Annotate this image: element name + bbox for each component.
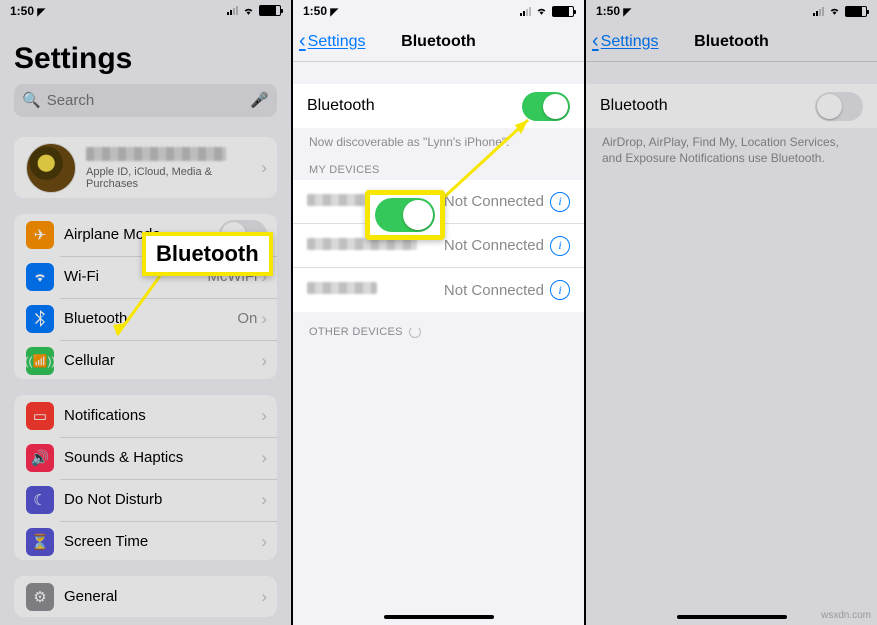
bluetooth-icon xyxy=(26,305,54,333)
image-credit: wsxdn.com xyxy=(821,610,871,621)
search-field[interactable]: 🔍 🎤 xyxy=(14,84,277,117)
notifications-icon: ▭ xyxy=(26,402,54,430)
search-icon: 🔍 xyxy=(22,91,41,109)
device-status: Not Connected xyxy=(444,193,544,210)
sounds-icon: 🔊 xyxy=(26,444,54,472)
my-devices-header: MY DEVICES xyxy=(293,150,584,180)
mic-icon[interactable]: 🎤 xyxy=(250,91,269,109)
device-status: Not Connected xyxy=(444,282,544,299)
settings-root-screen: 1:50 ◤ Settings 🔍 🎤 Apple ID, iCloud, Me… xyxy=(0,0,293,625)
battery-icon xyxy=(552,6,574,17)
chevron-left-icon: ‹ xyxy=(299,30,306,53)
notifications-row[interactable]: ▭ Notifications › xyxy=(14,395,277,437)
cell-signal-icon xyxy=(227,6,238,15)
info-icon[interactable]: i xyxy=(550,192,570,212)
callout-toggle-on xyxy=(365,190,445,240)
wifi-icon xyxy=(242,6,255,16)
callout-bluetooth-label: Bluetooth xyxy=(142,232,273,276)
row-label: Do Not Disturb xyxy=(64,491,261,508)
row-label: General xyxy=(64,588,261,605)
bluetooth-row[interactable]: Bluetooth On › xyxy=(14,298,277,340)
chevron-right-icon: › xyxy=(261,406,267,426)
bluetooth-toggle[interactable] xyxy=(522,92,570,121)
bluetooth-toggle[interactable] xyxy=(815,92,863,121)
cell-signal-icon xyxy=(520,7,531,16)
cell-signal-icon xyxy=(813,7,824,16)
general-row[interactable]: ⚙ General › xyxy=(14,576,277,617)
cellular-icon: ((📶)) xyxy=(26,347,54,375)
chevron-right-icon: › xyxy=(261,532,267,552)
battery-icon xyxy=(259,5,281,16)
bluetooth-on-screen: 1:50 ◤ ‹Settings Bluetooth Bluetooth Now… xyxy=(293,0,586,625)
device-name-redacted xyxy=(307,282,377,294)
chevron-right-icon: › xyxy=(261,351,267,371)
row-label: Sounds & Haptics xyxy=(64,449,261,466)
location-icon: ◤ xyxy=(37,7,45,18)
page-title: Settings xyxy=(0,22,291,84)
chevron-right-icon: › xyxy=(261,309,267,329)
location-icon: ◤ xyxy=(623,7,631,18)
nav-header: ‹Settings Bluetooth xyxy=(293,22,584,62)
status-bar: 1:50 ◤ xyxy=(0,0,291,22)
row-label: Notifications xyxy=(64,407,261,424)
airplane-icon: ✈ xyxy=(26,221,54,249)
status-bar: 1:50 ◤ xyxy=(586,0,877,22)
back-button[interactable]: ‹Settings xyxy=(293,30,365,53)
nav-header: ‹Settings Bluetooth xyxy=(586,22,877,62)
row-label: Bluetooth xyxy=(64,310,237,327)
wifi-row-icon xyxy=(26,263,54,291)
back-button[interactable]: ‹Settings xyxy=(586,30,658,53)
search-input[interactable] xyxy=(47,92,251,109)
home-indicator[interactable] xyxy=(677,615,787,619)
avatar xyxy=(26,143,76,193)
location-icon: ◤ xyxy=(330,7,338,18)
other-devices-header: OTHER DEVICES xyxy=(293,312,584,342)
chevron-left-icon: ‹ xyxy=(592,30,599,53)
cellular-row[interactable]: ((📶)) Cellular › xyxy=(14,340,277,379)
row-label: Screen Time xyxy=(64,533,261,550)
chevron-right-icon: › xyxy=(261,158,267,178)
sounds-row[interactable]: 🔊 Sounds & Haptics › xyxy=(14,437,277,479)
screentime-icon: ⏳ xyxy=(26,528,54,556)
status-bar: 1:50 ◤ xyxy=(293,0,584,22)
device-row[interactable]: Not Connected i xyxy=(293,268,584,312)
row-label: Bluetooth xyxy=(307,97,522,115)
back-label: Settings xyxy=(601,33,659,51)
status-time: 1:50 xyxy=(596,4,620,18)
row-label: Bluetooth xyxy=(600,97,815,115)
battery-icon xyxy=(845,6,867,17)
row-value: On xyxy=(237,310,257,327)
apple-id-row[interactable]: Apple ID, iCloud, Media & Purchases › xyxy=(14,137,277,198)
home-indicator[interactable] xyxy=(384,615,494,619)
bluetooth-master-row: Bluetooth xyxy=(293,84,584,128)
wifi-icon xyxy=(535,6,548,16)
dnd-row[interactable]: ☾ Do Not Disturb › xyxy=(14,479,277,521)
bluetooth-off-screen: 1:50 ◤ ‹Settings Bluetooth Bluetooth Air… xyxy=(586,0,877,625)
chevron-right-icon: › xyxy=(261,587,267,607)
chevron-right-icon: › xyxy=(261,490,267,510)
profile-name-redacted xyxy=(86,147,226,161)
gear-icon: ⚙ xyxy=(26,583,54,611)
bluetooth-master-row: Bluetooth xyxy=(586,84,877,128)
dnd-icon: ☾ xyxy=(26,486,54,514)
discoverable-note: Now discoverable as "Lynn's iPhone". xyxy=(293,128,584,150)
profile-subtitle: Apple ID, iCloud, Media & Purchases xyxy=(86,166,261,190)
spinner-icon xyxy=(409,326,421,338)
status-time: 1:50 xyxy=(303,4,327,18)
row-label: Cellular xyxy=(64,352,261,369)
info-icon[interactable]: i xyxy=(550,280,570,300)
screentime-row[interactable]: ⏳ Screen Time › xyxy=(14,521,277,560)
device-status: Not Connected xyxy=(444,237,544,254)
bluetooth-off-note: AirDrop, AirPlay, Find My, Location Serv… xyxy=(586,128,877,166)
chevron-right-icon: › xyxy=(261,448,267,468)
info-icon[interactable]: i xyxy=(550,236,570,256)
back-label: Settings xyxy=(308,33,366,51)
wifi-icon xyxy=(828,6,841,16)
status-time: 1:50 xyxy=(10,4,34,18)
